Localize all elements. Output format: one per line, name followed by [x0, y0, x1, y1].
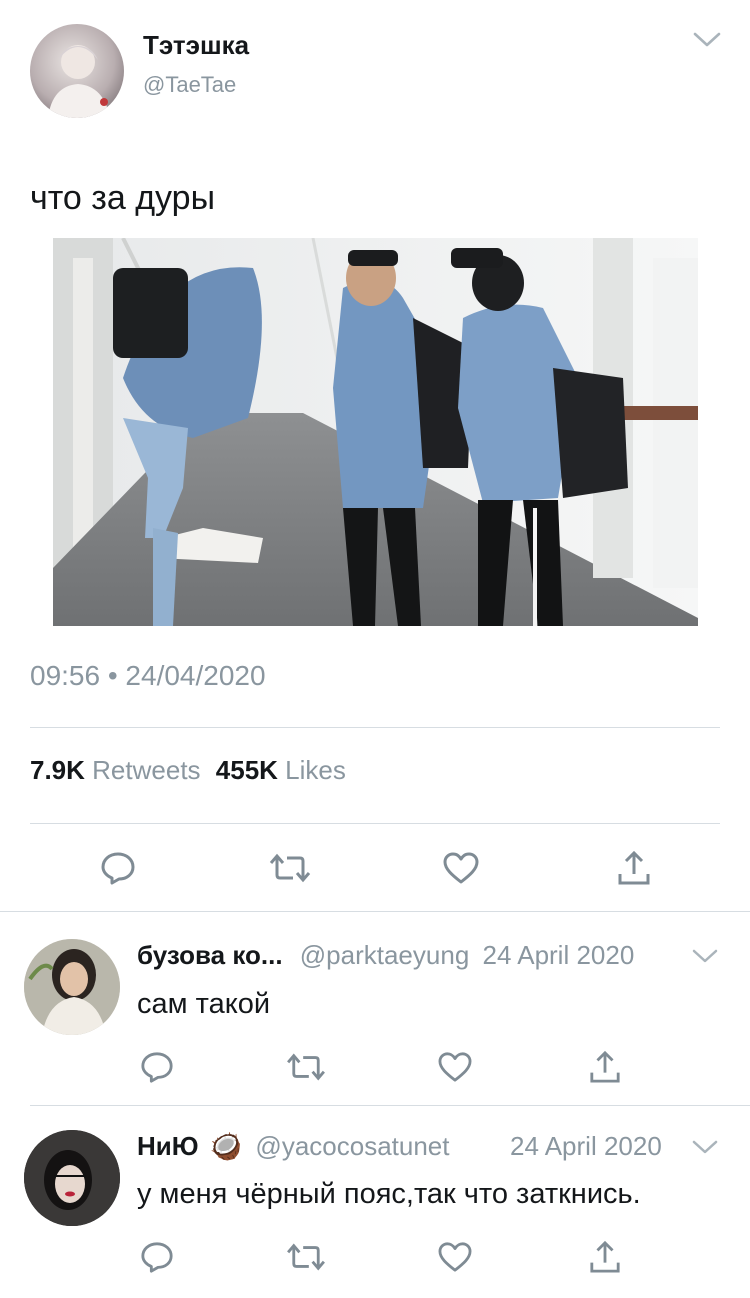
share-icon[interactable] — [614, 848, 654, 888]
likes-link[interactable]: 455K Likes — [216, 755, 346, 785]
retweet-icon[interactable] — [285, 1240, 327, 1274]
reply-author-name[interactable]: НиЮ — [137, 1131, 199, 1161]
likes-count: 455K — [215, 755, 278, 785]
reply-text: сам такой — [137, 988, 271, 1020]
coconut-emoji: 🥥 — [209, 1131, 243, 1161]
reply-author-handle[interactable]: @parktaeyung — [300, 940, 470, 970]
reply-text: у меня чёрный пояс,так что заткнись. — [137, 1178, 641, 1210]
reply-header: бузова ко... @parktaeyung 24 April 2020 — [137, 940, 634, 971]
retweets-label: Retweets — [92, 755, 201, 785]
chevron-down-icon[interactable] — [690, 1134, 720, 1160]
tweet-stats: 7.9K Retweets 455K Likes — [30, 755, 346, 786]
author-avatar[interactable] — [30, 24, 124, 118]
retweet-icon[interactable] — [268, 850, 312, 886]
reply-icon[interactable] — [137, 1238, 177, 1276]
heart-icon[interactable] — [436, 1239, 474, 1275]
share-icon[interactable] — [587, 1048, 623, 1086]
divider — [30, 1105, 750, 1106]
reply-date: 24 April 2020 — [510, 1131, 662, 1161]
likes-label: Likes — [285, 755, 346, 785]
reply-date: 24 April 2020 — [482, 940, 635, 970]
reply-author-handle[interactable]: @yacocosatunet — [255, 1131, 449, 1161]
tweet-timestamp: 09:56 • 24/04/2020 — [30, 660, 266, 691]
reply-avatar[interactable] — [24, 1130, 120, 1226]
share-icon[interactable] — [587, 1238, 623, 1276]
author-handle[interactable]: @TaeTae — [143, 72, 236, 98]
author-name[interactable]: Тэтэшка — [143, 30, 249, 61]
divider — [30, 727, 720, 728]
heart-icon[interactable] — [436, 1049, 474, 1085]
reply-icon[interactable] — [98, 848, 138, 888]
reply-icon[interactable] — [137, 1048, 177, 1086]
retweets-link[interactable]: 7.9K Retweets — [30, 755, 208, 785]
chevron-down-icon[interactable] — [690, 943, 720, 969]
reply-author-name[interactable]: бузова ко... — [137, 940, 283, 970]
heart-icon[interactable] — [441, 849, 481, 887]
divider — [30, 823, 720, 824]
tweet-text: что за дуры — [30, 179, 216, 217]
retweet-icon[interactable] — [285, 1050, 327, 1084]
reply-avatar[interactable] — [24, 939, 120, 1035]
divider — [0, 911, 750, 912]
tweet-photo[interactable] — [53, 238, 698, 626]
reply-header: НиЮ 🥥 @yacocosatunet — [137, 1131, 449, 1162]
retweets-count: 7.9K — [30, 755, 85, 785]
chevron-down-icon[interactable] — [690, 28, 724, 52]
